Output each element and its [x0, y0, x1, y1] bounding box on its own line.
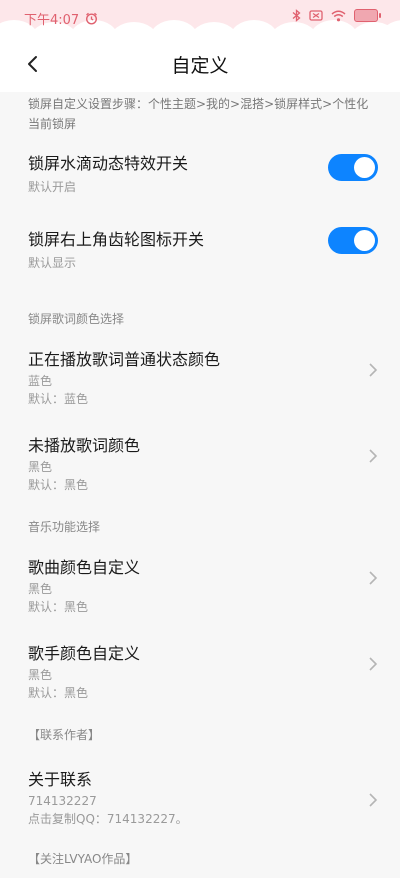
row-default: 默认：黑色	[28, 686, 89, 700]
toggle-knob	[354, 230, 375, 251]
section-header-lyrics: 锁屏歌词颜色选择	[28, 312, 125, 326]
row-value: 蓝色	[28, 374, 53, 388]
page-title: 自定义	[171, 55, 229, 77]
song-color-row[interactable]: 歌曲颜色自定义 黑色 默认：黑色	[28, 554, 378, 640]
row-title: 歌曲颜色自定义	[28, 558, 141, 577]
row-title: 未播放歌词颜色	[28, 436, 141, 455]
chevron-right-icon	[369, 571, 378, 585]
status-right	[292, 9, 381, 22]
chevron-right-icon	[369, 657, 378, 671]
row-default: 默认：黑色	[28, 478, 89, 492]
row-value: 黑色	[28, 582, 53, 596]
nav-bar: 自定义	[0, 36, 400, 92]
row-title: 正在播放歌词普通状态颜色	[28, 350, 221, 369]
row-title: 关于联系	[28, 770, 93, 789]
toggle-row-water-effect[interactable]: 锁屏水滴动态特效开关 默认开启	[28, 148, 378, 224]
qq-number: 714132227	[28, 794, 97, 808]
battery-icon	[354, 9, 381, 22]
row-value: 黑色	[28, 668, 53, 682]
section-header-contact: 【联系作者】	[28, 728, 101, 742]
lyrics-playing-color-row[interactable]: 正在播放歌词普通状态颜色 蓝色 默认：蓝色	[28, 346, 378, 432]
status-bar: 下午4:07	[0, 0, 400, 36]
row-title: 歌手颜色自定义	[28, 644, 141, 663]
back-arrow-icon[interactable]	[22, 53, 44, 75]
lyrics-unplayed-color-row[interactable]: 未播放歌词颜色 黑色 默认：黑色	[28, 432, 378, 518]
alarm-icon	[86, 12, 98, 25]
section-header-follow: 【关注LVYAO作品】	[28, 852, 138, 866]
water-effect-toggle[interactable]	[328, 154, 378, 181]
section-header-music: 音乐功能选择	[28, 520, 101, 534]
toggle-row-gear-icon[interactable]: 锁屏右上角齿轮图标开关 默认显示	[28, 224, 378, 310]
chevron-right-icon	[369, 449, 378, 463]
bluetooth-icon	[292, 9, 301, 22]
status-time: 下午4:07	[24, 13, 80, 28]
singer-color-row[interactable]: 歌手颜色自定义 黑色 默认：黑色	[28, 640, 378, 726]
chevron-right-icon	[369, 793, 378, 807]
sim-card-icon	[309, 10, 323, 21]
row-default: 默认：黑色	[28, 600, 89, 614]
row-subtitle: 默认开启	[28, 180, 77, 194]
toggle-knob	[354, 157, 375, 178]
row-title: 锁屏水滴动态特效开关	[28, 154, 189, 173]
settings-list: 锁屏自定义设置步骤：个性主题>我的>混搭>锁屏样式>个性化当前锁屏 锁屏水滴动态…	[0, 92, 400, 878]
status-left: 下午4:07	[24, 9, 98, 28]
gear-icon-toggle[interactable]	[328, 227, 378, 254]
setup-instructions: 锁屏自定义设置步骤：个性主题>我的>混搭>锁屏样式>个性化当前锁屏	[28, 97, 369, 131]
chevron-right-icon	[369, 363, 378, 377]
row-default: 默认：蓝色	[28, 392, 89, 406]
copy-qq-hint: 点击复制QQ：714132227。	[28, 812, 188, 826]
contact-row[interactable]: 关于联系 714132227 点击复制QQ：714132227。	[28, 766, 378, 850]
wifi-icon	[331, 10, 346, 21]
row-title: 锁屏右上角齿轮图标开关	[28, 230, 205, 249]
row-value: 黑色	[28, 460, 53, 474]
row-subtitle: 默认显示	[28, 256, 77, 270]
